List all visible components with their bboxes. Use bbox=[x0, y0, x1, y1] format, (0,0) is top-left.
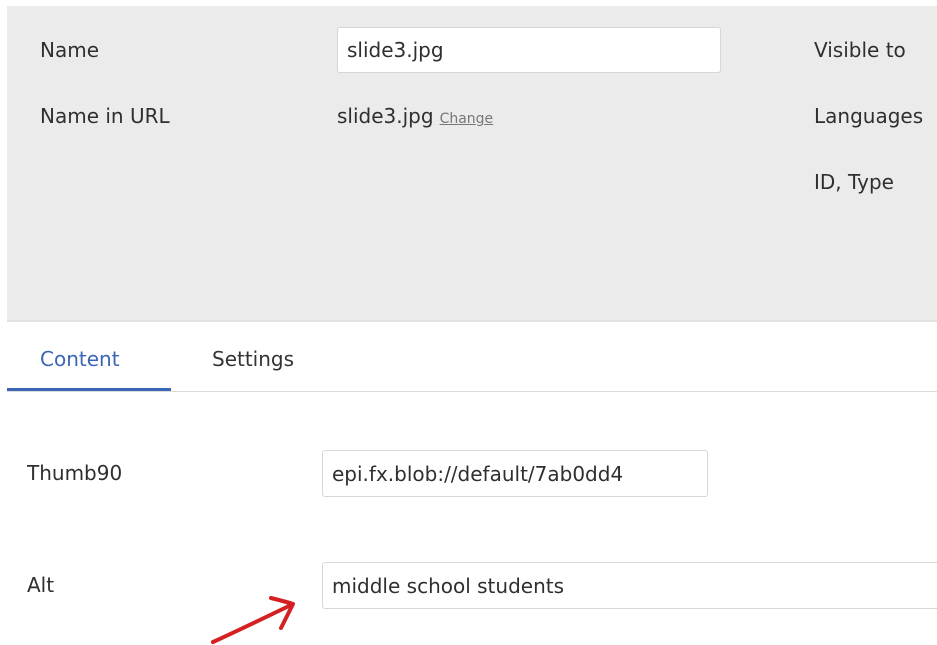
thumb90-input[interactable] bbox=[322, 450, 708, 497]
alt-label: Alt bbox=[27, 573, 55, 597]
name-in-url-value: slide3.jpg bbox=[337, 104, 434, 128]
id-type-label: ID, Type bbox=[814, 170, 894, 194]
active-tab-indicator bbox=[7, 388, 171, 391]
name-input[interactable] bbox=[337, 27, 721, 73]
languages-label: Languages bbox=[814, 104, 924, 128]
name-in-url-label: Name in URL bbox=[40, 104, 170, 128]
red-arrow-icon bbox=[211, 596, 295, 644]
tab-content[interactable]: Content bbox=[40, 344, 120, 374]
alt-input[interactable] bbox=[322, 562, 937, 609]
tab-settings[interactable]: Settings bbox=[212, 344, 294, 374]
name-label: Name bbox=[40, 38, 100, 62]
tab-bar: Content Settings bbox=[7, 330, 937, 392]
change-url-link[interactable]: Change bbox=[440, 111, 494, 127]
thumb90-label: Thumb90 bbox=[27, 461, 123, 485]
visible-to-label: Visible to bbox=[814, 38, 906, 62]
name-in-url-value-row: slide3.jpg Change bbox=[337, 104, 493, 131]
